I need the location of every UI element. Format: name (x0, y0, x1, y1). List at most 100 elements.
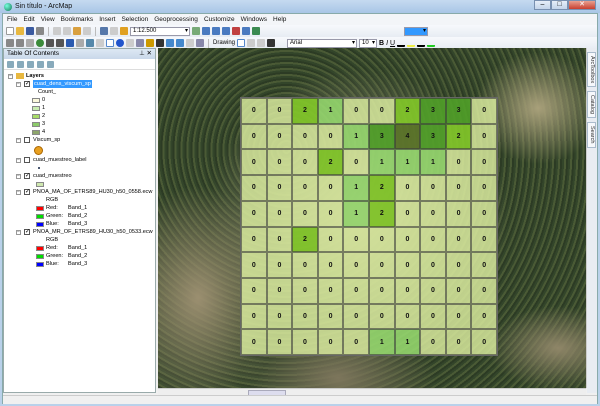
delete-icon[interactable] (83, 27, 91, 35)
layer-item[interactable]: − cuad_muestreo_label (8, 156, 155, 164)
layer-checkbox[interactable] (24, 157, 30, 163)
layer-name[interactable]: PNOA_MA_OF_ETRS89_HU30_h50_0558.ecw (33, 188, 152, 196)
grid-cell[interactable]: 0 (471, 277, 497, 304)
grid-cell[interactable]: 0 (266, 123, 293, 150)
grid-cell[interactable]: 1 (317, 98, 344, 124)
back-icon[interactable] (66, 39, 74, 47)
layer-checkbox[interactable]: ✓ (24, 81, 30, 87)
grid-cell[interactable]: 0 (317, 123, 344, 150)
close-button[interactable]: ✕ (568, 0, 596, 10)
menu-edit[interactable]: Edit (23, 16, 34, 23)
expand-toggle[interactable]: − (16, 189, 21, 195)
rotate-icon[interactable] (247, 39, 256, 47)
grid-cell[interactable]: 0 (369, 277, 395, 304)
fixed-zoom-in-icon[interactable] (46, 39, 54, 47)
font-color-icon[interactable] (397, 39, 406, 47)
time-slider-icon[interactable] (186, 39, 194, 47)
clear-selection-icon[interactable] (96, 39, 104, 47)
grid-cell[interactable]: 0 (394, 303, 421, 330)
zoom-in-icon[interactable] (6, 39, 14, 47)
side-tab-catalog[interactable]: Catalog (587, 91, 596, 119)
grid-cell[interactable]: 3 (420, 98, 446, 124)
grid-cell[interactable]: 3 (445, 98, 472, 124)
layer-combo[interactable] (404, 26, 428, 36)
grid-cell[interactable]: 0 (445, 252, 472, 278)
grid-cell[interactable]: 0 (241, 123, 267, 150)
zoom-out-icon[interactable] (16, 39, 24, 47)
grid-cell[interactable]: 0 (471, 252, 497, 278)
grid-cell[interactable]: 0 (241, 98, 267, 124)
grid-cell[interactable]: 0 (317, 226, 344, 253)
side-tab-search[interactable]: Search (587, 122, 596, 148)
grid-cell[interactable]: 0 (266, 277, 293, 304)
python-window-icon[interactable] (242, 27, 250, 35)
list-by-drawing-order-icon[interactable] (7, 61, 14, 68)
measure-icon[interactable] (146, 39, 154, 47)
grid-cell[interactable]: 0 (445, 149, 472, 176)
grid-cell[interactable]: 0 (369, 303, 395, 330)
open-icon[interactable] (16, 27, 24, 35)
grid-cell[interactable]: 0 (292, 149, 318, 176)
menu-insert[interactable]: Insert (99, 16, 115, 23)
grid-cell[interactable]: 4 (394, 123, 421, 150)
minimize-button[interactable]: – (534, 0, 551, 10)
forward-icon[interactable] (76, 39, 84, 47)
cut-icon[interactable] (53, 27, 61, 35)
grid-cell[interactable]: 0 (394, 175, 421, 201)
grid-cell[interactable]: 0 (343, 149, 369, 176)
scale-combo[interactable]: 1:12.500 (130, 26, 190, 36)
options-icon[interactable] (47, 61, 54, 68)
grid-cell[interactable]: 0 (343, 329, 369, 355)
grid-cell[interactable]: 0 (317, 200, 344, 227)
underline-button[interactable]: U (390, 40, 395, 47)
grid-cell[interactable]: 0 (445, 329, 472, 355)
toc-pin-close[interactable]: ⊥ ✕ (139, 49, 152, 59)
grid-cell[interactable]: 0 (266, 200, 293, 227)
layer-item[interactable]: − ✓ PNOA_MA_OF_ETRS89_HU30_h50_0558.ecw (8, 188, 155, 196)
grid-cell[interactable]: 0 (445, 175, 472, 201)
save-icon[interactable] (26, 27, 34, 35)
search-window-icon[interactable] (222, 27, 230, 35)
expand-toggle[interactable]: − (16, 229, 21, 235)
grid-cell[interactable]: 0 (420, 226, 446, 253)
grid-cell[interactable]: 0 (266, 98, 293, 124)
grid-cell[interactable]: 0 (445, 226, 472, 253)
grid-cell[interactable]: 0 (292, 277, 318, 304)
grid-cell[interactable]: 0 (420, 329, 446, 355)
new-icon[interactable] (6, 27, 14, 35)
grid-cell[interactable]: 2 (292, 226, 318, 253)
grid-cell[interactable]: 0 (241, 303, 267, 330)
grid-cell[interactable]: 0 (266, 149, 293, 176)
grid-cell[interactable]: 0 (394, 277, 421, 304)
grid-cell[interactable]: 0 (445, 200, 472, 227)
layer-checkbox[interactable]: ✓ (24, 189, 30, 195)
grid-cell[interactable]: 0 (471, 98, 497, 124)
grid-cell[interactable]: 1 (394, 329, 421, 355)
draw-select-icon[interactable] (237, 39, 246, 47)
hyperlink-icon[interactable] (126, 39, 134, 47)
grid-cell[interactable]: 0 (343, 98, 369, 124)
grid-cell[interactable]: 0 (369, 252, 395, 278)
grid-cell[interactable]: 0 (292, 303, 318, 330)
grid-cell[interactable]: 0 (471, 123, 497, 150)
menu-file[interactable]: File (7, 16, 17, 23)
grid-cell[interactable]: 0 (317, 329, 344, 355)
menu-bookmarks[interactable]: Bookmarks (61, 16, 94, 23)
grid-cell[interactable]: 0 (369, 226, 395, 253)
menu-customize[interactable]: Customize (204, 16, 235, 23)
grid-cell[interactable]: 0 (292, 123, 318, 150)
list-by-visibility-icon[interactable] (27, 61, 34, 68)
modelbuilder-icon[interactable] (252, 27, 260, 35)
grid-cell[interactable]: 2 (369, 175, 395, 201)
grid-cell[interactable]: 0 (343, 252, 369, 278)
html-popup-icon[interactable] (136, 39, 144, 47)
grid-cell[interactable]: 3 (420, 123, 446, 150)
rectangle-icon[interactable] (257, 39, 266, 47)
bold-button[interactable]: B (379, 40, 384, 47)
marker-color-icon[interactable] (427, 39, 436, 47)
grid-cell[interactable]: 0 (266, 252, 293, 278)
grid-cell[interactable]: 1 (343, 200, 369, 227)
grid-cell[interactable]: 0 (317, 277, 344, 304)
side-tab-arctoolbox[interactable]: ArcToolbox (587, 52, 596, 88)
fill-color-icon[interactable] (407, 39, 416, 47)
